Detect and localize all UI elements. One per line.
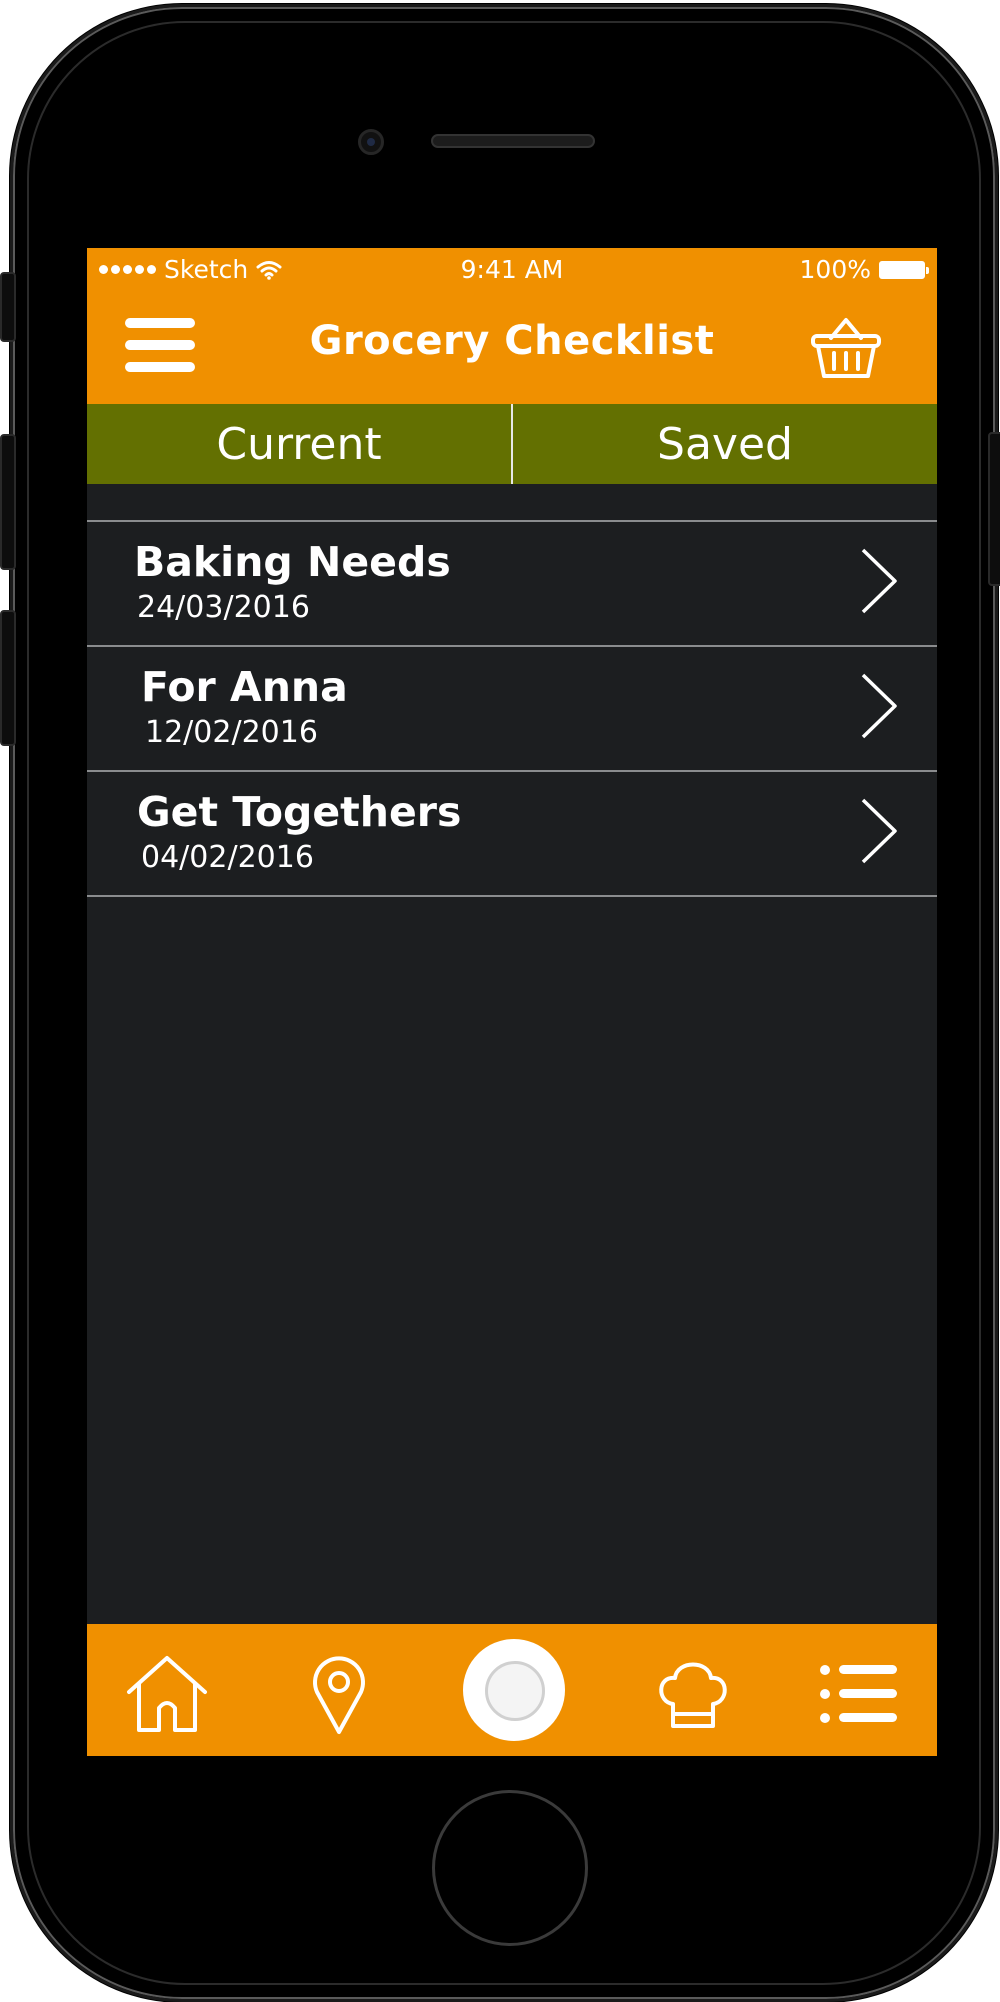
navigation-bar: Grocery Checklist bbox=[87, 290, 937, 404]
app-screen: Sketch 9:41 AM 100% Grocery Checklist Cu… bbox=[87, 248, 937, 1756]
front-camera bbox=[358, 129, 384, 155]
power-button[interactable] bbox=[988, 432, 1000, 586]
tab-saved[interactable]: Saved bbox=[513, 404, 937, 484]
list-item-title: Get Togethers bbox=[137, 788, 462, 836]
list-item-date: 04/02/2016 bbox=[141, 840, 314, 875]
camera-shutter-button[interactable] bbox=[463, 1639, 565, 1741]
location-pin-icon[interactable] bbox=[297, 1652, 381, 1736]
chef-hat-icon[interactable] bbox=[651, 1652, 735, 1736]
list-item[interactable]: Get Togethers 04/02/2016 bbox=[87, 770, 937, 897]
bottom-tab-bar bbox=[87, 1624, 937, 1756]
chevron-right-icon bbox=[861, 673, 897, 739]
list-item[interactable]: Baking Needs 24/03/2016 bbox=[87, 520, 937, 645]
volume-down-button[interactable] bbox=[0, 610, 16, 746]
chevron-right-icon bbox=[861, 548, 897, 614]
tab-current[interactable]: Current bbox=[87, 404, 511, 484]
battery-percent: 100% bbox=[799, 255, 871, 284]
segmented-control: Current Saved bbox=[87, 404, 937, 484]
basket-icon[interactable] bbox=[809, 314, 883, 382]
list-item-title: Baking Needs bbox=[134, 538, 451, 586]
saved-lists: Baking Needs 24/03/2016 For Anna 12/02/2… bbox=[87, 520, 937, 897]
list-icon[interactable] bbox=[817, 1652, 901, 1736]
status-bar: Sketch 9:41 AM 100% bbox=[87, 248, 937, 290]
mute-switch[interactable] bbox=[0, 272, 16, 342]
list-item[interactable]: For Anna 12/02/2016 bbox=[87, 645, 937, 770]
list-item-date: 12/02/2016 bbox=[145, 715, 318, 750]
home-icon[interactable] bbox=[125, 1652, 209, 1736]
list-item-date: 24/03/2016 bbox=[137, 590, 310, 625]
home-button[interactable] bbox=[432, 1790, 588, 1946]
status-right: 100% bbox=[799, 255, 929, 284]
chevron-right-icon bbox=[861, 798, 897, 864]
volume-up-button[interactable] bbox=[0, 434, 16, 570]
phone-frame: Sketch 9:41 AM 100% Grocery Checklist Cu… bbox=[10, 4, 998, 2002]
list-item-title: For Anna bbox=[141, 663, 348, 711]
earpiece-speaker bbox=[431, 134, 595, 148]
battery-icon bbox=[879, 260, 929, 279]
